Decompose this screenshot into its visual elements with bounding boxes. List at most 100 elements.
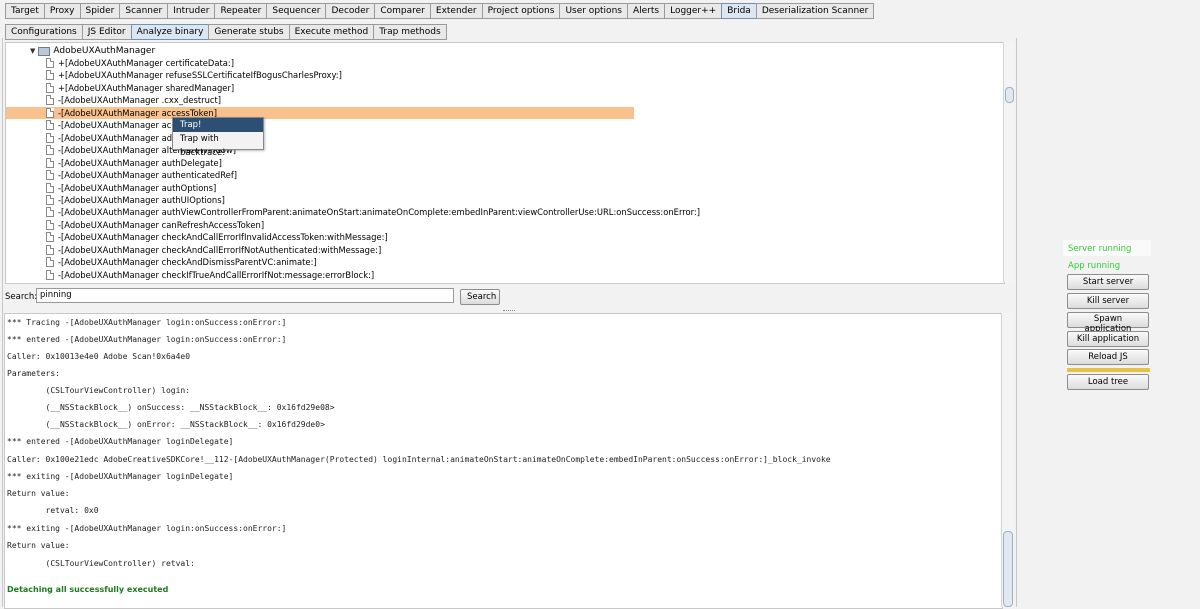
tree-item[interactable]: -[AdobeUXAuthManager checkAndDismissPare… <box>46 256 317 268</box>
tree-item-label: -[AdobeUXAuthManager checkAndCallErrorIf… <box>58 244 382 255</box>
tree-item-label: -[AdobeUXAuthManager checkAndCallErrorIf… <box>58 232 388 243</box>
tree-item-label: +[AdobeUXAuthManager refuseSSLCertificat… <box>58 70 342 81</box>
tab-proxy[interactable]: Proxy <box>43 3 81 19</box>
method-tree[interactable]: ▼ AdobeUXAuthManager +[AdobeUXAuthManage… <box>5 42 1005 284</box>
tree-item[interactable]: -[AdobeUXAuthManager checkIfTrueAndCallE… <box>46 269 374 281</box>
tab-sequencer[interactable]: Sequencer <box>266 3 327 19</box>
console-line: *** entered -[AdobeUXAuthManager loginDe… <box>7 437 234 446</box>
document-icon <box>46 70 54 81</box>
tree-item[interactable]: -[AdobeUXAuthManager .cxx_destruct] <box>46 94 221 106</box>
document-icon <box>46 157 54 168</box>
reload-js-button[interactable]: Reload JS <box>1067 349 1149 365</box>
document-icon <box>46 182 54 193</box>
tree-item[interactable]: -[AdobeUXAuthManager adobeI <box>46 132 190 144</box>
tree-item-label: -[AdobeUXAuthManager checkAndDismissPare… <box>58 257 317 268</box>
tree-item[interactable]: -[AdobeUXAuthManager authViewControllerF… <box>46 206 700 218</box>
console-scrollbar-thumb[interactable] <box>1003 531 1013 607</box>
tree-item-label: -[AdobeUXAuthManager authUIOptions] <box>58 194 225 205</box>
tree-item-label: +[AdobeUXAuthManager sharedManager] <box>58 82 235 93</box>
tree-item[interactable]: -[AdobeUXAuthManager accessToken] <box>6 106 634 119</box>
tab-spider[interactable]: Spider <box>79 3 121 19</box>
console-line: (__NSStackBlock__) onSuccess: __NSStackB… <box>7 403 335 412</box>
console-line: Parameters: <box>7 369 60 378</box>
document-icon <box>46 95 54 106</box>
console-line: Caller: 0x10013e4e0 Adobe Scan!0x6a4e0 <box>7 352 191 361</box>
tab-brida[interactable]: Brida <box>721 3 757 19</box>
console-line: *** exiting -[AdobeUXAuthManager login:o… <box>7 524 287 533</box>
trap-menu-item[interactable]: Trap! <box>173 118 263 132</box>
tree-scrollbar[interactable] <box>1003 42 1014 282</box>
console-scrollbar[interactable] <box>1001 313 1013 607</box>
tree-item-label: -[AdobeUXAuthManager authOptions] <box>58 182 217 193</box>
document-icon <box>46 219 54 230</box>
tree-item-label: -[AdobeUXAuthManager adobeI <box>58 132 191 143</box>
document-icon <box>46 257 54 268</box>
tab-deserialization-scanner[interactable]: Deserialization Scanner <box>755 3 875 19</box>
tab-decoder[interactable]: Decoder <box>325 3 376 19</box>
document-icon <box>46 82 54 93</box>
tree-root-node[interactable]: ▼ AdobeUXAuthManager <box>30 45 155 57</box>
console-line: Return value: <box>7 541 70 550</box>
tab-intruder[interactable]: Intruder <box>167 3 216 19</box>
console-final-message: Detaching all successfully executed <box>7 585 169 594</box>
document-icon <box>46 194 54 205</box>
tree-item[interactable]: -[AdobeUXAuthManager checkAndCallErrorIf… <box>46 231 388 243</box>
tab-logger[interactable]: Logger++ <box>664 3 723 19</box>
document-icon <box>46 207 54 218</box>
tree-root-label: AdobeUXAuthManager <box>53 46 156 56</box>
tree-item-label: -[AdobeUXAuthManager canRefreshAccessTok… <box>58 219 265 230</box>
console-line: (CSLTourViewController) retval: <box>7 559 195 568</box>
tree-item[interactable]: -[AdobeUXAuthManager authUIOptions] <box>46 194 225 206</box>
tree-item-label: -[AdobeUXAuthManager checkIfTrueAndCallE… <box>58 269 375 280</box>
tree-item[interactable]: -[AdobeUXAuthManager authOptions] <box>46 182 216 194</box>
start-server-button[interactable]: Start server <box>1067 274 1149 290</box>
search-input[interactable]: pinning <box>36 288 454 303</box>
console-line: *** exiting -[AdobeUXAuthManager loginDe… <box>7 472 234 481</box>
document-icon <box>46 58 54 68</box>
document-icon <box>46 244 54 255</box>
tree-item-label: +[AdobeUXAuthManager certificateData:] <box>58 58 234 68</box>
context-menu: Trap! Trap with backtrace! <box>172 117 264 158</box>
tree-scrollbar-thumb[interactable] <box>1005 87 1014 103</box>
expand-arrow-icon[interactable]: ▼ <box>30 47 35 55</box>
console-line: *** entered -[AdobeUXAuthManager login:o… <box>7 335 287 344</box>
tab-target[interactable]: Target <box>5 3 45 19</box>
tab-scanner[interactable]: Scanner <box>119 3 169 19</box>
document-icon <box>46 107 54 118</box>
tree-item[interactable]: -[AdobeUXAuthManager checkAndCallErrorIf… <box>46 244 381 256</box>
tree-item-label: -[AdobeUXAuthManager authenticatedRef] <box>58 170 238 181</box>
tab-alerts[interactable]: Alerts <box>626 3 666 19</box>
console-line: retval: 0x0 <box>7 506 99 515</box>
search-button[interactable]: Search <box>460 289 500 305</box>
tree-item[interactable]: -[AdobeUXAuthManager canRefreshAccessTok… <box>46 219 264 231</box>
tree-item[interactable]: -[AdobeUXAuthManager accoun <box>46 119 192 131</box>
kill-server-button[interactable]: Kill server <box>1067 293 1149 309</box>
tab-user-options[interactable]: User options <box>559 3 628 19</box>
document-icon <box>46 232 54 243</box>
console-line: Return value: <box>7 489 70 498</box>
search-label: Search: <box>5 292 38 302</box>
tab-comparer[interactable]: Comparer <box>374 3 431 19</box>
console-line: Caller: 0x100e21edc AdobeCreativeSDKCore… <box>7 455 831 464</box>
app-status: App running <box>1068 261 1121 271</box>
trap-with-backtrace-menu-item[interactable]: Trap with backtrace! <box>173 132 263 158</box>
tree-item[interactable]: -[AdobeUXAuthManager authenticatedRef] <box>46 169 237 181</box>
load-tree-button[interactable]: Load tree <box>1067 374 1149 390</box>
tab-project-options[interactable]: Project options <box>481 3 561 19</box>
tree-item[interactable]: +[AdobeUXAuthManager certificateData:] <box>46 57 234 69</box>
tree-item[interactable]: +[AdobeUXAuthManager refuseSSLCertificat… <box>46 69 342 81</box>
console-output[interactable]: *** Tracing -[AdobeUXAuthManager login:o… <box>4 313 1003 609</box>
tab-repeater[interactable]: Repeater <box>214 3 268 19</box>
tree-item[interactable]: +[AdobeUXAuthManager sharedManager] <box>46 82 234 94</box>
spawn-application-button[interactable]: Spawn application <box>1067 312 1149 334</box>
console-line: (__NSStackBlock__) onError: __NSStackBlo… <box>7 420 325 429</box>
separator <box>1067 368 1150 372</box>
tree-item-label: -[AdobeUXAuthManager authViewControllerF… <box>58 207 701 218</box>
document-icon <box>46 145 54 156</box>
console-line: (CSLTourViewController) login: <box>7 386 191 395</box>
kill-application-button[interactable]: Kill application <box>1067 331 1149 347</box>
tab-extender[interactable]: Extender <box>429 3 483 19</box>
top-tab-bar: Target Proxy Spider Scanner Intruder Repeater… <box>0 0 1200 19</box>
document-icon <box>46 132 54 143</box>
document-icon <box>46 170 54 181</box>
